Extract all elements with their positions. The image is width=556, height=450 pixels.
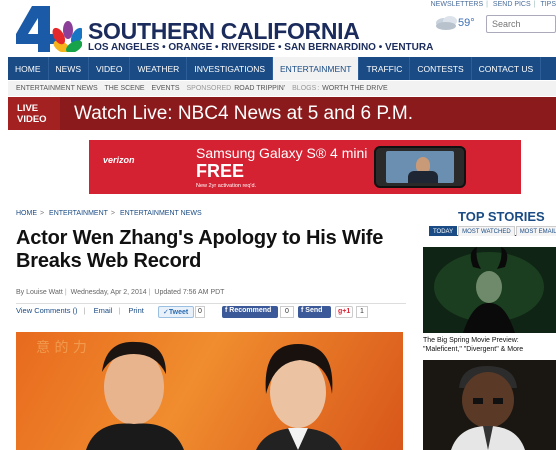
ad-banner[interactable]: verizon Samsung Galaxy S® 4 mini FREE Ne… — [89, 140, 521, 194]
send-button[interactable]: f Send — [298, 306, 331, 318]
byline-updated: Updated 7:56 AM PDT — [154, 289, 225, 296]
breadcrumb-entertainment[interactable]: ENTERTAINMENT — [49, 210, 108, 217]
send-pics-link[interactable]: SEND PICS — [493, 1, 531, 8]
live-video-tag: LIVE VIDEO — [8, 97, 60, 130]
divider — [16, 303, 406, 304]
breadcrumb: HOME > ENTERTAINMENT > ENTERTAINMENT NEWS — [16, 210, 202, 217]
google-plus-count: 1 — [356, 306, 368, 318]
google-plus-button[interactable]: g+1 — [335, 306, 353, 318]
nav-item-home[interactable]: HOME — [8, 57, 49, 80]
svg-text:意 的 力: 意 的 力 — [36, 339, 87, 356]
search-input[interactable] — [486, 15, 556, 33]
subnav-item-the-scene[interactable]: THE SCENE — [105, 85, 145, 92]
top-story-image-2[interactable] — [423, 360, 556, 450]
send-label: Send — [305, 307, 323, 314]
main-nav: HOME NEWS VIDEO WEATHER INVESTIGATIONS E… — [8, 57, 556, 80]
byline-date: Wednesday, Apr 2, 2014 — [70, 289, 147, 296]
top-story-2-still — [423, 360, 556, 450]
subnav-item-entertainment-news[interactable]: ENTERTAINMENT NEWS — [16, 85, 98, 92]
ad-offer: FREE — [196, 161, 245, 181]
nav-item-traffic[interactable]: TRAFFIC — [359, 57, 411, 80]
nbc4-logo[interactable] — [14, 4, 82, 52]
maleficent-still — [423, 247, 556, 333]
site-regions: LOS ANGELES • ORANGE • RIVERSIDE • SAN B… — [88, 42, 434, 53]
subnav-item-road-trippin[interactable]: ROAD TRIPPIN' — [234, 85, 285, 92]
subnav-item-events[interactable]: EVENTS — [152, 85, 180, 92]
tips-link[interactable]: TIPS — [540, 1, 556, 8]
blogs-label: BLOGS — [292, 85, 317, 92]
byline-author: By Louise Watt — [16, 289, 63, 296]
nav-item-news[interactable]: NEWS — [49, 57, 89, 80]
temperature-readout[interactable]: 59° — [458, 17, 475, 29]
live-tag-line1: LIVE — [17, 103, 39, 114]
article-photo[interactable]: 意 的 力 — [16, 332, 403, 450]
nav-item-contact-us[interactable]: CONTACT US — [472, 57, 542, 80]
tab-most-watched[interactable]: MOST WATCHED — [458, 226, 515, 236]
recommend-button[interactable]: f Recommend — [222, 306, 278, 318]
newsletters-link[interactable]: NEWSLETTERS — [431, 1, 484, 8]
nav-item-video[interactable]: VIDEO — [89, 57, 131, 80]
article-photo-illustration: 意 的 力 — [36, 339, 342, 450]
top-story-image-1[interactable] — [423, 247, 556, 333]
nav-item-contests[interactable]: CONTESTS — [410, 57, 472, 80]
recommend-label: Recommend — [229, 307, 272, 314]
top-links: NEWSLETTERS | SEND PICS | TIPS — [430, 1, 556, 8]
breadcrumb-home[interactable]: HOME — [16, 210, 37, 217]
sub-nav: ENTERTAINMENT NEWS THE SCENE EVENTS SPON… — [8, 81, 556, 96]
tab-most-emailed[interactable]: MOST EMAILED — [515, 226, 556, 236]
live-banner-text[interactable]: Watch Live: NBC4 News at 5 and 6 P.M. — [74, 103, 413, 125]
tab-today[interactable]: TODAY — [429, 226, 458, 236]
ad-fine-print: New 2yr activation req'd. — [196, 183, 257, 189]
recommend-count: 0 — [280, 306, 294, 318]
article-actions: View Comments () | Email | Print — [16, 306, 144, 315]
breadcrumb-entertainment-news[interactable]: ENTERTAINMENT NEWS — [120, 210, 202, 217]
ad-phone-image — [374, 146, 466, 188]
top-story-caption-1[interactable]: The Big Spring Movie Preview: "Maleficen… — [423, 336, 556, 354]
top-stories-title: TOP STORIES — [458, 209, 545, 224]
tweet-button[interactable]: ✓Tweet — [158, 306, 194, 318]
article-headline: Actor Wen Zhang's Apology to His Wife Br… — [16, 227, 384, 272]
ad-headline: Samsung Galaxy S® 4 mini — [196, 145, 368, 161]
nav-item-investigations[interactable]: INVESTIGATIONS — [187, 57, 274, 80]
subnav-item-worth-the-drive[interactable]: WORTH THE DRIVE — [322, 85, 387, 92]
tweet-label: Tweet — [168, 309, 189, 316]
site-header: SOUTHERN CALIFORNIA LOS ANGELES • ORANGE… — [0, 0, 556, 56]
nav-item-weather[interactable]: WEATHER — [130, 57, 188, 80]
live-tag-line2: VIDEO — [17, 114, 47, 125]
view-comments-link[interactable]: View Comments () — [16, 306, 78, 315]
ad-advertiser-logo: verizon — [103, 155, 135, 165]
live-video-banner[interactable]: LIVE VIDEO Watch Live: NBC4 News at 5 an… — [8, 97, 556, 130]
site-brand-name[interactable]: SOUTHERN CALIFORNIA — [88, 18, 360, 45]
tweet-count: 0 — [195, 306, 205, 318]
top-stories-tabs: TODAY MOST WATCHED MOST EMAILED — [429, 226, 556, 236]
print-link[interactable]: Print — [128, 306, 143, 315]
email-link[interactable]: Email — [94, 306, 113, 315]
nav-item-entertainment[interactable]: ENTERTAINMENT — [273, 57, 360, 80]
byline: By Louise Watt | Wednesday, Apr 2, 2014 | … — [16, 289, 225, 296]
sponsored-label: SPONSORED — [186, 85, 232, 92]
